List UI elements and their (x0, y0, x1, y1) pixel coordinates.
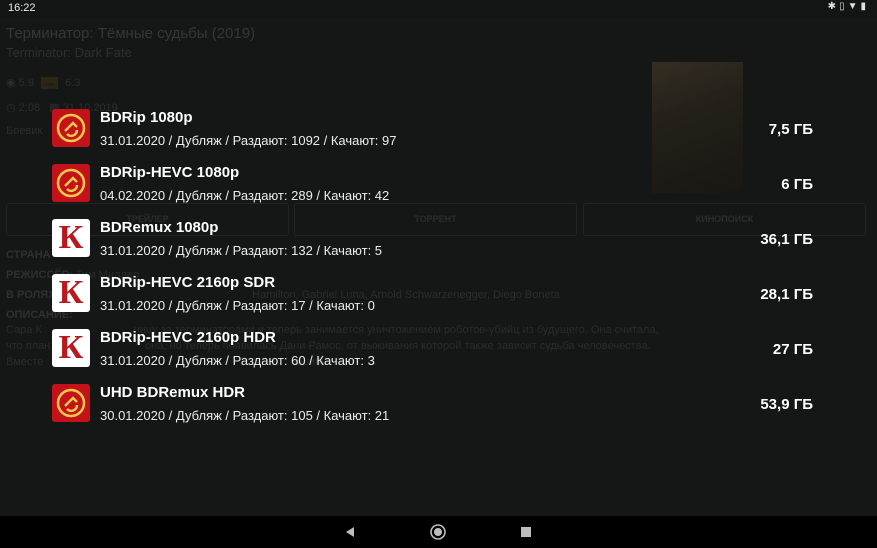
torrent-name: BDRip-HEVC 2160p HDR (100, 329, 276, 346)
torrent-item[interactable]: К BDRip-HEVC 2160p SDR 31.01.2020 / Дубл… (0, 268, 877, 323)
wifi-icon: ▼ (847, 1, 861, 12)
torrent-name: BDRip 1080p (100, 109, 193, 126)
torrent-name: UHD BDRemux HDR (100, 384, 246, 401)
torrent-details: 31.01.2020 / Дубляж / Раздают: 60 / Кача… (100, 353, 375, 368)
torrent-details: 31.01.2020 / Дубляж / Раздают: 17 / Кача… (100, 298, 375, 313)
kinozal-logo-icon: К (52, 219, 90, 257)
rutor-logo-icon (52, 384, 90, 422)
torrent-name: BDRemux 1080p (100, 219, 219, 236)
clock: 16:22 (8, 2, 36, 14)
battery-icon: ▮ (860, 1, 869, 12)
torrent-size: 53,9 ГБ (760, 396, 813, 413)
status-bar: 16:22 ✱▯▼▮ (0, 0, 877, 17)
torrent-size: 6 ГБ (781, 176, 813, 193)
rutor-logo-icon (52, 109, 90, 147)
recents-icon[interactable] (516, 522, 536, 542)
torrent-size: 27 ГБ (772, 341, 813, 358)
torrent-size: 28,1 ГБ (760, 286, 813, 303)
vibrate-icon: ▯ (839, 1, 848, 12)
kinozal-logo-icon: К (52, 329, 90, 367)
home-icon[interactable] (428, 522, 448, 542)
torrent-details: 31.01.2020 / Дубляж / Раздают: 132 / Кач… (100, 243, 383, 258)
torrent-item[interactable]: BDRip-HEVC 1080p 04.02.2020 / Дубляж / Р… (0, 158, 877, 213)
torrent-details: 04.02.2020 / Дубляж / Раздают: 289 / Кач… (100, 188, 390, 203)
torrent-item[interactable]: UHD BDRemux HDR 30.01.2020 / Дубляж / Ра… (0, 378, 877, 433)
torrent-size: 36,1 ГБ (760, 231, 813, 248)
torrent-name: BDRip-HEVC 1080p (100, 164, 240, 181)
torrent-details: 31.01.2020 / Дубляж / Раздают: 1092 / Ка… (100, 133, 397, 148)
navigation-bar (0, 516, 877, 548)
status-icons: ✱▯▼▮ (828, 1, 869, 12)
back-icon[interactable] (340, 522, 360, 542)
torrent-item[interactable]: BDRip 1080p 31.01.2020 / Дубляж / Раздаю… (0, 103, 877, 158)
torrent-size: 7,5 ГБ (768, 121, 813, 138)
torrent-item[interactable]: К BDRemux 1080p 31.01.2020 / Дубляж / Ра… (0, 213, 877, 268)
torrent-details: 30.01.2020 / Дубляж / Раздают: 105 / Кач… (100, 408, 390, 423)
kinozal-logo-icon: К (52, 274, 90, 312)
torrent-item[interactable]: К BDRip-HEVC 2160p HDR 31.01.2020 / Дубл… (0, 323, 877, 378)
rutor-logo-icon (52, 164, 90, 202)
bluetooth-icon: ✱ (827, 1, 840, 12)
torrent-name: BDRip-HEVC 2160p SDR (100, 274, 276, 291)
